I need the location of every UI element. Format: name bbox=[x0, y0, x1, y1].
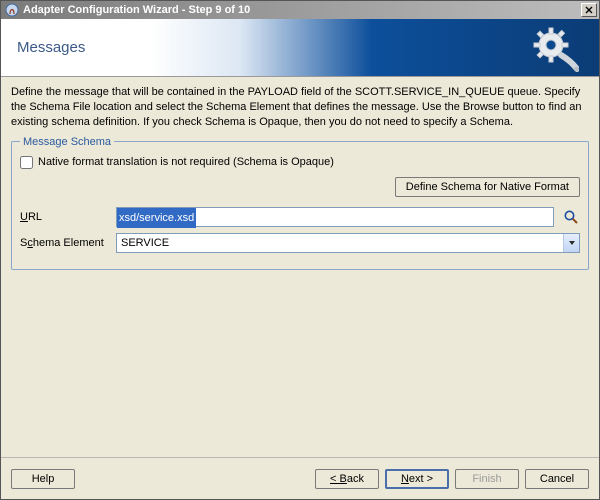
window-title: Adapter Configuration Wizard - Step 9 of… bbox=[23, 4, 581, 16]
back-button[interactable]: < Back bbox=[315, 469, 379, 489]
browse-button[interactable] bbox=[562, 208, 580, 226]
url-input[interactable]: xsd/service.xsd bbox=[116, 207, 554, 227]
app-icon bbox=[5, 3, 19, 17]
magnifier-icon bbox=[563, 209, 579, 225]
content-area: Define the message that will be containe… bbox=[1, 77, 599, 457]
wizard-banner: Messages bbox=[1, 19, 599, 77]
opaque-row: Native format translation is not require… bbox=[20, 156, 580, 169]
opaque-checkbox[interactable] bbox=[20, 156, 33, 169]
wizard-footer: Help < Back Next > Finish Cancel bbox=[1, 457, 599, 499]
close-button[interactable] bbox=[581, 3, 597, 17]
schema-element-label: Schema Element bbox=[20, 237, 108, 249]
opaque-checkbox-label[interactable]: Native format translation is not require… bbox=[38, 156, 334, 168]
dropdown-button[interactable] bbox=[563, 234, 579, 252]
schema-element-select[interactable]: SERVICE bbox=[116, 233, 580, 253]
next-button[interactable]: Next > bbox=[385, 469, 449, 489]
message-schema-group: Message Schema Native format translation… bbox=[11, 136, 589, 270]
schema-element-value: SERVICE bbox=[117, 237, 563, 249]
cancel-button[interactable]: Cancel bbox=[525, 469, 589, 489]
chevron-down-icon bbox=[568, 239, 576, 247]
page-description: Define the message that will be containe… bbox=[11, 85, 589, 130]
help-button[interactable]: Help bbox=[11, 469, 75, 489]
close-icon bbox=[585, 6, 593, 14]
title-bar: Adapter Configuration Wizard - Step 9 of… bbox=[1, 1, 599, 19]
page-heading: Messages bbox=[17, 39, 85, 56]
url-input-text: xsd/service.xsd bbox=[117, 208, 196, 228]
define-schema-button[interactable]: Define Schema for Native Format bbox=[395, 177, 580, 197]
nav-buttons: < Back Next > Finish Cancel bbox=[315, 469, 589, 489]
gear-decoration bbox=[531, 25, 579, 73]
define-schema-row: Define Schema for Native Format bbox=[20, 177, 580, 197]
schema-element-row: Schema Element SERVICE bbox=[20, 233, 580, 253]
finish-button: Finish bbox=[455, 469, 519, 489]
url-label: URL bbox=[20, 211, 108, 223]
message-schema-legend: Message Schema bbox=[20, 136, 114, 148]
url-row: URL xsd/service.xsd bbox=[20, 207, 580, 227]
